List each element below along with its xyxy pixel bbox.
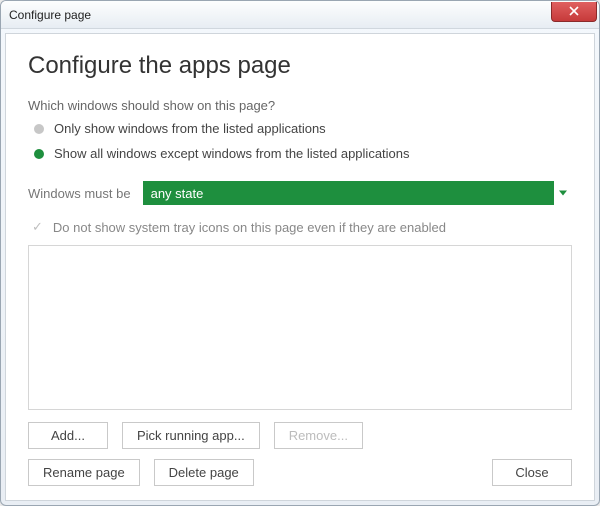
window-state-label: Windows must be bbox=[28, 186, 131, 201]
close-button[interactable]: Close bbox=[492, 459, 572, 486]
delete-page-button[interactable]: Delete page bbox=[154, 459, 254, 486]
radio-only-listed[interactable]: Only show windows from the listed applic… bbox=[28, 121, 572, 136]
radio-dot-icon bbox=[34, 124, 44, 134]
configure-page-window: Configure page Configure the apps page W… bbox=[0, 0, 600, 506]
rename-page-button[interactable]: Rename page bbox=[28, 459, 140, 486]
radio-dot-checked-icon bbox=[34, 149, 44, 159]
hide-tray-icons-checkbox[interactable]: ✓ Do not show system tray icons on this … bbox=[28, 219, 572, 235]
add-button[interactable]: Add... bbox=[28, 422, 108, 449]
filter-question-label: Which windows should show on this page? bbox=[28, 98, 572, 113]
window-title: Configure page bbox=[9, 8, 551, 22]
titlebar: Configure page bbox=[1, 1, 599, 29]
dialog-body: Configure the apps page Which windows sh… bbox=[5, 33, 595, 501]
applications-listbox[interactable] bbox=[28, 245, 572, 410]
radio-except-listed[interactable]: Show all windows except windows from the… bbox=[28, 146, 572, 161]
radio-only-label: Only show windows from the listed applic… bbox=[54, 121, 326, 136]
window-state-value: any state bbox=[151, 186, 204, 201]
page-buttons-row: Rename page Delete page Close bbox=[28, 459, 572, 486]
radio-except-label: Show all windows except windows from the… bbox=[54, 146, 410, 161]
checkmark-icon: ✓ bbox=[32, 219, 43, 235]
page-title: Configure the apps page bbox=[28, 52, 572, 80]
remove-button[interactable]: Remove... bbox=[274, 422, 363, 449]
window-close-button[interactable] bbox=[551, 2, 597, 22]
chevron-down-icon bbox=[559, 191, 567, 196]
close-icon bbox=[569, 6, 579, 16]
window-state-dropdown[interactable]: any state bbox=[143, 181, 572, 205]
pick-running-app-button[interactable]: Pick running app... bbox=[122, 422, 260, 449]
hide-tray-icons-label: Do not show system tray icons on this pa… bbox=[53, 220, 446, 235]
list-buttons-row: Add... Pick running app... Remove... bbox=[28, 422, 572, 449]
window-state-row: Windows must be any state bbox=[28, 181, 572, 205]
